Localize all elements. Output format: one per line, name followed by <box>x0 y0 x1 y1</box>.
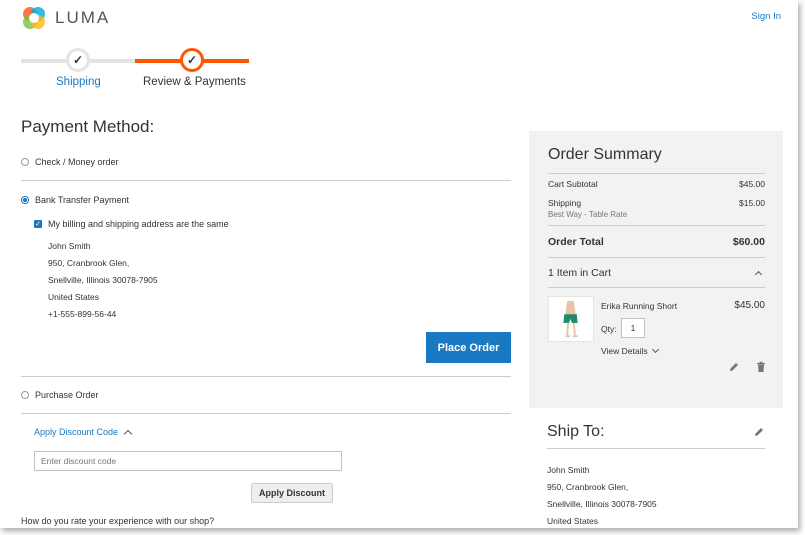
cart-subtotal-label: Cart Subtotal <box>548 179 598 189</box>
product-name: Erika Running Short <box>601 301 678 311</box>
apply-discount-label: Apply Discount Code <box>34 427 119 437</box>
payment-option-label: Check / Money order <box>35 157 119 167</box>
divider <box>21 376 511 377</box>
place-order-button[interactable]: Place Order <box>426 332 511 363</box>
check-icon: ✓ <box>186 53 198 67</box>
product-price: $45.00 <box>734 300 765 311</box>
step-shipping-label[interactable]: Shipping <box>56 76 101 88</box>
divider <box>548 173 765 174</box>
ship-country: United States <box>547 516 599 526</box>
ship-city-line: Snellville, Illinois 30078-7905 <box>547 499 657 509</box>
order-total-row: Order Total $60.00 <box>548 236 765 248</box>
pencil-edit-icon[interactable] <box>728 361 740 373</box>
product-image[interactable] <box>548 296 594 342</box>
shipping-row: Shipping $15.00 <box>548 198 765 208</box>
ship-to-title: Ship To: <box>547 423 605 440</box>
apply-discount-button[interactable]: Apply Discount <box>251 483 333 503</box>
divider <box>547 448 765 449</box>
items-in-cart-toggle[interactable]: 1 Item in Cart <box>548 267 765 279</box>
running-short-image <box>563 300 578 338</box>
cart-subtotal-value: $45.00 <box>739 179 765 189</box>
luma-logo[interactable]: LUMA <box>21 5 110 31</box>
logo-text: LUMA <box>55 8 111 27</box>
checkout-page: LUMA Sign In ✓ ✓ Shipping Review & Payme… <box>0 0 798 528</box>
payment-method-title: Payment Method: <box>21 117 155 136</box>
rating-question: How do you rate your experience with our… <box>21 516 215 526</box>
shipping-value: $15.00 <box>739 198 765 208</box>
chevron-down-icon <box>651 345 659 354</box>
checkout-progress: ✓ ✓ Shipping Review & Payments <box>21 46 249 94</box>
ship-name: John Smith <box>547 465 590 475</box>
payment-option-label: Purchase Order <box>35 390 99 400</box>
payment-option-bank-transfer[interactable]: Bank Transfer Payment <box>21 195 129 205</box>
chevron-up-icon <box>123 429 133 438</box>
billing-phone: +1-555-899-56-44 <box>48 309 117 319</box>
billing-name: John Smith <box>48 241 91 251</box>
shipping-label: Shipping <box>548 198 582 208</box>
billing-country: United States <box>48 292 100 302</box>
items-in-cart-label: 1 Item in Cart <box>548 267 612 279</box>
billing-address: John Smith 950, Cranbrook Glen, Snellvil… <box>48 238 158 323</box>
divider <box>548 225 765 226</box>
discount-code-input[interactable] <box>34 451 342 471</box>
sign-in-link[interactable]: Sign In <box>751 11 781 22</box>
order-summary-panel: Order Summary Cart Subtotal $45.00 Shipp… <box>529 131 783 408</box>
qty-field[interactable]: 1 <box>621 318 645 338</box>
chevron-up-icon <box>754 270 763 279</box>
same-address-checkbox-row[interactable]: ✓ My billing and shipping address are th… <box>34 219 229 229</box>
same-address-checkbox[interactable]: ✓ <box>34 220 42 228</box>
divider <box>548 257 765 258</box>
radio-bank-transfer[interactable] <box>21 196 29 204</box>
view-details-toggle[interactable]: View Details <box>601 345 659 356</box>
divider <box>21 413 511 414</box>
ship-to-address: John Smith 950, Cranbrook Glen, Snellvil… <box>547 462 657 528</box>
radio-purchase-order[interactable] <box>21 391 29 399</box>
divider <box>21 180 511 181</box>
step-review-circle: ✓ <box>180 48 204 72</box>
qty-label: Qty: <box>601 324 617 334</box>
luma-logo-icon <box>23 7 45 29</box>
payment-option-check-money-order[interactable]: Check / Money order <box>21 157 119 167</box>
trash-icon[interactable] <box>755 361 767 373</box>
view-details-label: View Details <box>601 346 648 356</box>
ship-street: 950, Cranbrook Glen, <box>547 482 629 492</box>
order-summary-title: Order Summary <box>548 146 662 163</box>
step-review-label: Review & Payments <box>143 76 246 88</box>
step-shipping-circle[interactable]: ✓ <box>66 48 90 72</box>
cart-subtotal-row: Cart Subtotal $45.00 <box>548 179 765 189</box>
billing-street: 950, Cranbrook Glen, <box>48 258 130 268</box>
divider <box>548 287 765 288</box>
check-icon: ✓ <box>72 53 84 67</box>
order-total-label: Order Total <box>548 236 604 248</box>
order-total-value: $60.00 <box>732 236 765 248</box>
apply-discount-toggle[interactable]: Apply Discount Code <box>34 427 133 438</box>
pencil-edit-icon[interactable] <box>753 426 765 438</box>
shipping-method: Best Way - Table Rate <box>548 210 628 219</box>
payment-option-label: Bank Transfer Payment <box>35 195 130 205</box>
billing-city-line: Snellville, Illinois 30078-7905 <box>48 275 158 285</box>
radio-check-money-order[interactable] <box>21 158 29 166</box>
payment-option-purchase-order[interactable]: Purchase Order <box>21 390 99 400</box>
same-address-label: My billing and shipping address are the … <box>48 219 229 229</box>
